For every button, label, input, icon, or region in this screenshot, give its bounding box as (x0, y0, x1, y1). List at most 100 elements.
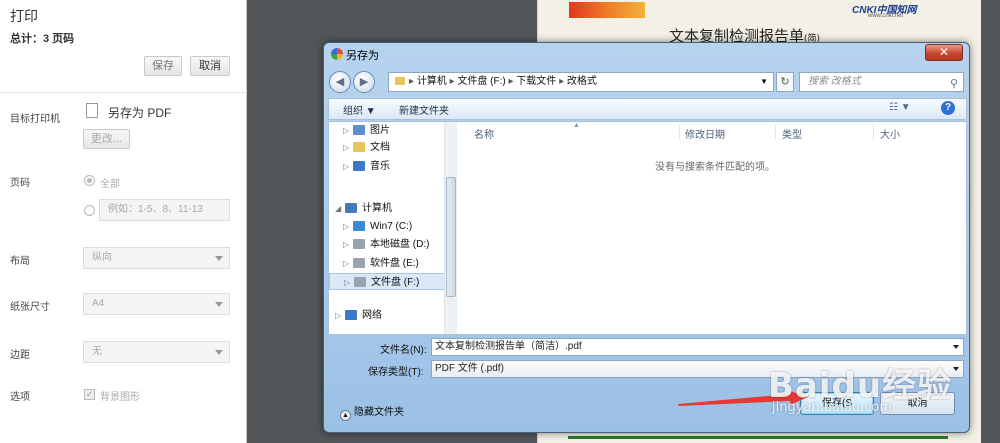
scrollbar-thumb[interactable] (446, 177, 456, 297)
search-placeholder: 搜索 改格式 (808, 76, 861, 87)
document-icon (86, 103, 98, 118)
save-as-dialog: 另存为 ✕ ◀ ▶ ▸ 计算机 ▸ 文件盘 (F:) ▸ 下载文件 ▸ 改格式 … (323, 42, 970, 433)
pages-all-label: 全部 (100, 179, 120, 190)
tree-item-label: Win7 (C:) (370, 221, 413, 232)
print-save-button[interactable]: 保存 (144, 56, 182, 76)
filename-input[interactable]: 文本复制检测报告单（简洁）.pdf (431, 338, 964, 356)
tree-item-label: 软件盘 (E:) (370, 258, 419, 269)
print-total-pages: 总计：3 页码 (10, 33, 75, 45)
view-icon[interactable]: ☷ ▼ (889, 102, 911, 113)
tree-item-label: 音乐 (370, 161, 390, 172)
tree-item[interactable]: ▷ 文档 (329, 139, 447, 156)
hide-folders-label: 隐藏文件夹 (354, 407, 404, 418)
margin-value: 无 (92, 346, 102, 357)
tree-item-label: 图片 (370, 125, 390, 136)
layout-label: 布局 (10, 256, 30, 267)
chevron-up-icon: ▲ (340, 410, 351, 421)
chevron-down-icon (215, 256, 223, 261)
tree-item-label: 文件盘 (F:) (371, 277, 420, 288)
pages-custom-radio[interactable] (84, 205, 95, 216)
expand-arrow-icon[interactable]: ▷ (343, 255, 349, 272)
expand-arrow-icon[interactable]: ▷ (343, 218, 349, 235)
chevron-down-icon (953, 367, 959, 371)
navigation-tree: ▷ 图片 ▷ 文档 ▷ 音乐 ◢ 计算机 ▷ Win7 (C:) ▷ 本地磁盘 (D:) ▷ 软件盘 (E… (329, 122, 457, 334)
cancel-button[interactable]: 取消 (880, 392, 955, 415)
tree-item[interactable]: ◢ 计算机 (329, 200, 447, 217)
drive-icon (354, 277, 366, 287)
file-browser: ▷ 图片 ▷ 文档 ▷ 音乐 ◢ 计算机 ▷ Win7 (C:) ▷ 本地磁盘 (D:) ▷ 软件盘 (E… (328, 121, 967, 335)
column-name[interactable]: 名称 (474, 126, 494, 141)
tree-item[interactable]: ▷ 文件盘 (F:) (329, 273, 447, 290)
paper-size-select[interactable]: A4 (83, 293, 230, 315)
layout-value: 纵向 (92, 252, 112, 263)
tree-item-label: 文档 (370, 142, 390, 153)
background-graphics-label: 背景图形 (100, 392, 140, 403)
cnki-sub: www.cnki.net (868, 13, 904, 19)
expand-arrow-icon[interactable]: ◢ (335, 200, 341, 217)
tree-item[interactable]: ▷ 音乐 (329, 158, 447, 175)
change-destination-button[interactable]: 更改... (83, 129, 130, 149)
tree-item-label: 本地磁盘 (D:) (370, 239, 430, 250)
breadcrumb-separator: ▸ (409, 76, 417, 87)
refresh-icon[interactable]: ↻ (776, 72, 794, 92)
organize-menu[interactable]: 组织 ▼ (343, 102, 376, 117)
filetype-select[interactable]: PDF 文件 (.pdf) (431, 360, 964, 378)
expand-arrow-icon[interactable]: ▷ (344, 274, 350, 291)
tree-item[interactable]: ▷ 本地磁盘 (D:) (329, 236, 447, 253)
expand-arrow-icon[interactable]: ▷ (343, 139, 349, 156)
column-size[interactable]: 大小 (880, 126, 900, 141)
documents-icon (353, 142, 365, 152)
chevron-down-icon[interactable]: ▼ (760, 73, 768, 91)
filetype-label: 保存类型(T): (368, 367, 424, 378)
drive-icon (353, 258, 365, 268)
computer-icon (345, 203, 357, 213)
breadcrumb-item[interactable]: 下载文件 (516, 76, 556, 87)
destination-value: 另存为 PDF (108, 106, 172, 120)
sort-arrow-icon: ▲ (573, 122, 580, 129)
breadcrumb-item[interactable]: 文件盘 (F:) (457, 76, 505, 87)
tree-item-label: 计算机 (362, 203, 392, 214)
close-button[interactable]: ✕ (925, 44, 963, 61)
breadcrumb-item[interactable]: 计算机 (417, 76, 447, 87)
search-icon: ⚲ (949, 78, 958, 90)
network-icon (345, 310, 357, 320)
tree-item[interactable]: ▷ 软件盘 (E:) (329, 255, 447, 272)
expand-arrow-icon[interactable]: ▷ (335, 307, 341, 324)
margin-select[interactable]: 无 (83, 341, 230, 363)
column-modified[interactable]: 修改日期 (685, 126, 725, 141)
music-icon (353, 161, 365, 171)
tree-scrollbar[interactable] (444, 122, 457, 334)
layout-select[interactable]: 纵向 (83, 247, 230, 269)
tree-item[interactable]: ▷ Win7 (C:) (329, 218, 447, 235)
expand-arrow-icon[interactable]: ▷ (343, 158, 349, 175)
expand-arrow-icon[interactable]: ▷ (343, 122, 349, 139)
toolbar: 组织 ▼ 新建文件夹 ☷ ▼ ? (328, 98, 967, 120)
expand-arrow-icon[interactable]: ▷ (343, 236, 349, 253)
save-button[interactable]: 保存(S (800, 392, 874, 415)
pictures-icon (353, 125, 365, 135)
options-label: 选项 (10, 392, 30, 403)
tree-item[interactable]: ▷ 图片 (329, 122, 447, 139)
chevron-down-icon (215, 350, 223, 355)
help-icon[interactable]: ? (941, 101, 955, 115)
pages-range-input[interactable]: 例如：1-5、8、11-13 (99, 199, 230, 221)
search-input[interactable]: 搜索 改格式 ⚲ (799, 72, 964, 92)
forward-button[interactable]: ▶ (353, 71, 375, 93)
tree-item-label: 网络 (362, 310, 382, 321)
breadcrumb-item[interactable]: 改格式 (567, 76, 597, 87)
hide-folders-toggle[interactable]: ▲ 隐藏文件夹 (340, 403, 404, 421)
filename-value: 文本复制检测报告单（简洁）.pdf (435, 341, 582, 352)
column-type[interactable]: 类型 (782, 126, 802, 141)
print-title: 打印 (10, 8, 38, 24)
chevron-down-icon[interactable] (953, 345, 959, 349)
chevron-down-icon (215, 302, 223, 307)
pages-all-radio[interactable] (84, 175, 95, 186)
address-bar[interactable]: ▸ 计算机 ▸ 文件盘 (F:) ▸ 下载文件 ▸ 改格式 ▼ (388, 72, 774, 92)
new-folder-button[interactable]: 新建文件夹 (399, 102, 449, 117)
tree-item[interactable]: ▷ 网络 (329, 307, 447, 324)
back-button[interactable]: ◀ (329, 71, 351, 93)
margin-label: 边距 (10, 350, 30, 361)
background-graphics-checkbox[interactable]: ✓ (84, 389, 95, 400)
print-cancel-button[interactable]: 取消 (190, 56, 230, 76)
report-logo (569, 2, 645, 18)
